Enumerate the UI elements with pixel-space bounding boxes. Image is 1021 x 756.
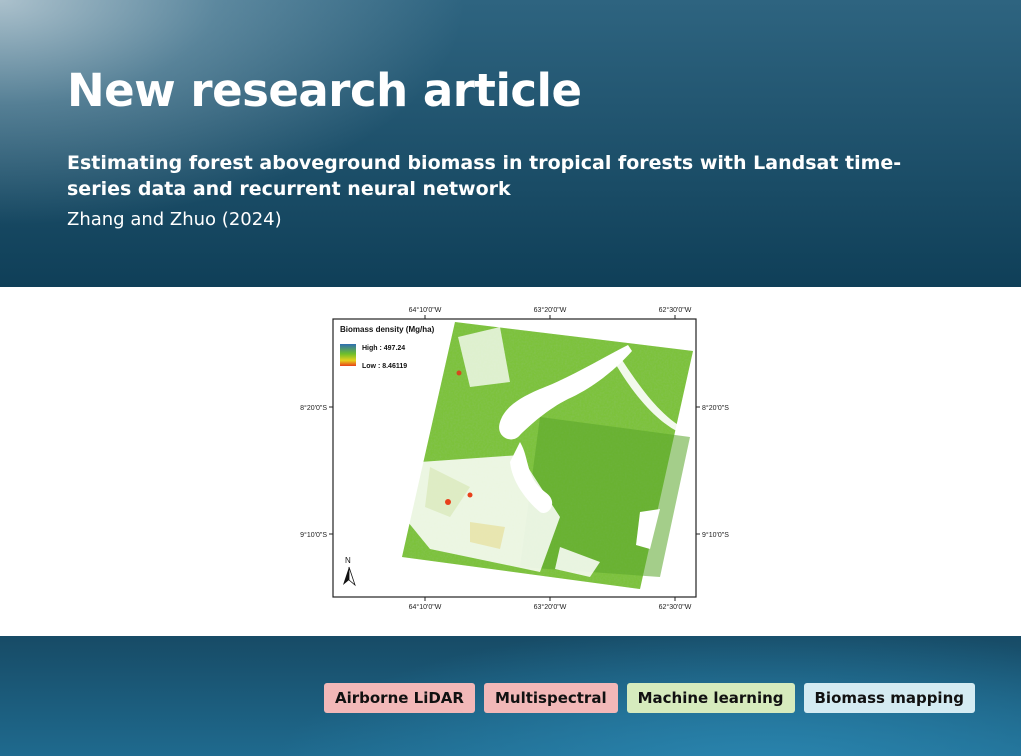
legend-low: Low : 8.46119 (362, 363, 407, 370)
north-label: N (345, 556, 351, 565)
biomass-map-figure: Biomass density (Mg/ha) High : 497.24 Lo… (300, 306, 729, 611)
lat-label-left-2: 9°10'0"S (300, 531, 327, 539)
tag-airborne-lidar: Airborne LiDAR (323, 683, 475, 713)
lon-label-top-3: 62°30'0"W (659, 306, 692, 314)
headline: New research article (67, 64, 582, 117)
header-band: New research article Estimating forest a… (0, 0, 1021, 287)
tag-biomass-mapping: Biomass mapping (803, 683, 975, 713)
legend-high: High : 497.24 (362, 345, 405, 352)
tag-multispectral: Multispectral (483, 683, 618, 713)
keyword-tags: Airborne LiDAR Multispectral Machine lea… (323, 683, 975, 713)
article-title: Estimating forest aboveground biomass in… (67, 152, 902, 200)
lon-label-bottom-2: 63°20'0"W (534, 603, 567, 611)
footer-band: Airborne LiDAR Multispectral Machine lea… (0, 636, 1021, 756)
lon-label-bottom-1: 64°10'0"W (409, 603, 442, 611)
figure-panel: Biomass density (Mg/ha) High : 497.24 Lo… (0, 287, 1021, 636)
lon-label-top-1: 64°10'0"W (409, 306, 442, 314)
lat-label-right-1: 8°20'0"S (702, 404, 729, 412)
lon-label-top-2: 63°20'0"W (534, 306, 567, 314)
authors-citation: Zhang and Zhuo (2024) (67, 209, 282, 230)
legend-title: Biomass density (Mg/ha) (340, 325, 435, 334)
lon-label-bottom-3: 62°30'0"W (659, 603, 692, 611)
legend-ramp (340, 344, 356, 366)
tag-machine-learning: Machine learning (626, 683, 795, 713)
lat-label-right-2: 9°10'0"S (702, 531, 729, 539)
lat-label-left-1: 8°20'0"S (300, 404, 327, 412)
